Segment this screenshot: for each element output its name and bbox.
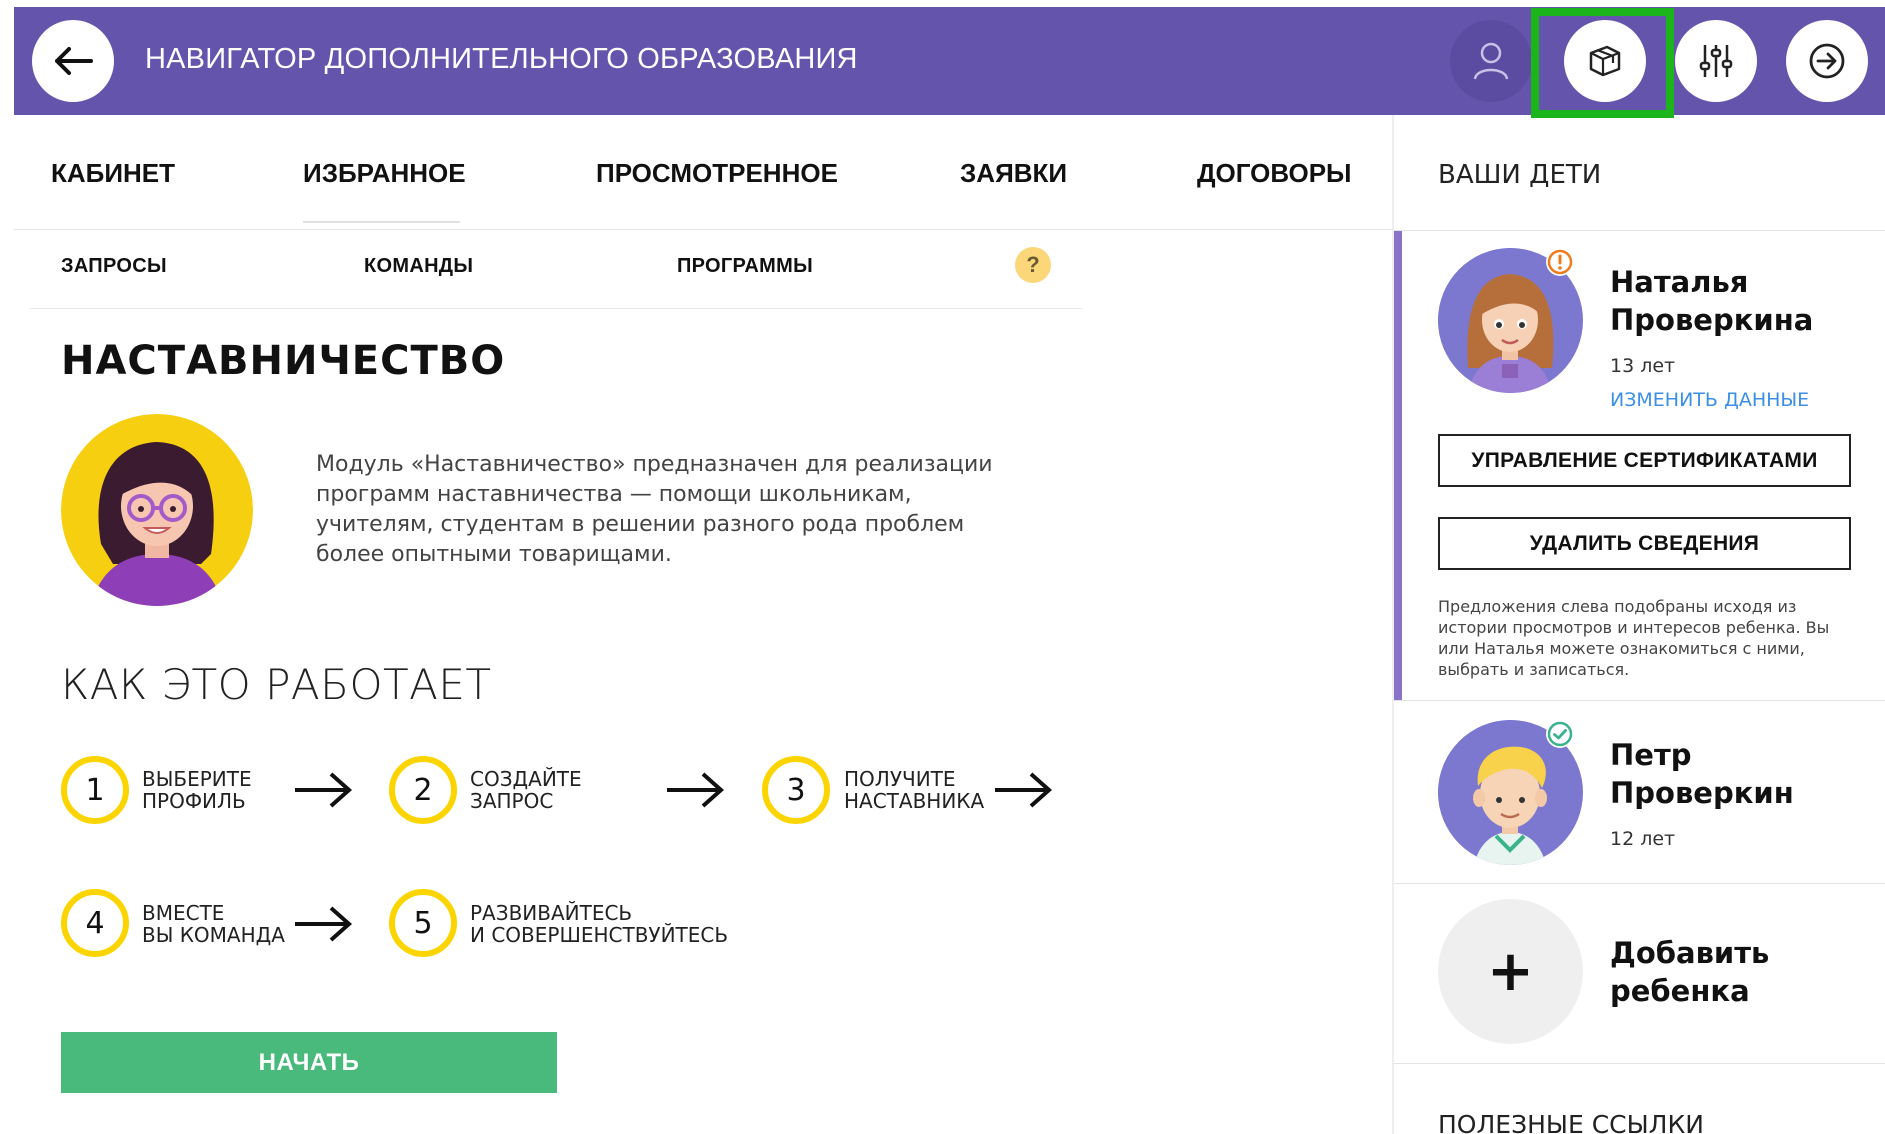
child-age: 13 лет xyxy=(1610,355,1676,377)
step-1-text: ВЫБЕРИТЕ ПРОФИЛЬ xyxy=(142,767,252,813)
useful-links-title: ПОЛЕЗНЫЕ ССЫЛКИ xyxy=(1438,1110,1704,1134)
step-5-text: РАЗВИВАЙТЕСЬ И СОВЕРШЕНСТВУЙТЕСЬ xyxy=(470,901,729,947)
subtab-programs[interactable]: ПРОГРАММЫ xyxy=(677,255,813,278)
main-tabs: КАБИНЕТ ИЗБРАННОЕ ПРОСМОТРЕННОЕ ЗАЯВКИ Д… xyxy=(14,115,1394,230)
manage-certificates-button[interactable]: УПРАВЛЕНИЕ СЕРТИФИКАТАМИ xyxy=(1438,434,1851,487)
help-icon[interactable]: ? xyxy=(1015,247,1051,283)
sidebar-separator xyxy=(1394,700,1885,701)
delete-data-button[interactable]: УДАЛИТЬ СВЕДЕНИЯ xyxy=(1438,517,1851,570)
ok-status-badge xyxy=(1546,720,1574,748)
plus-icon: + xyxy=(1487,939,1534,1004)
subtab-requests[interactable]: ЗАПРОСЫ xyxy=(61,255,167,278)
tab-contracts[interactable]: ДОГОВОРЫ xyxy=(1197,158,1352,189)
step-4-text: ВМЕСТЕ ВЫ КОМАНДА xyxy=(142,901,285,947)
child-name: Наталья Проверкина xyxy=(1610,265,1814,337)
module-description: Модуль «Наставничество» предназначен для… xyxy=(316,452,993,567)
active-tab-indicator xyxy=(303,221,460,223)
add-child-label[interactable]: Добавить ребенка xyxy=(1610,934,1769,1010)
start-button[interactable]: НАЧАТЬ xyxy=(61,1032,557,1093)
recommendation-note: Предложения слева подобраны исходя из ис… xyxy=(1438,597,1830,679)
arrow-left-icon xyxy=(55,47,93,75)
app-title: НАВИГАТОР ДОПОЛНИТЕЛЬНОГО ОБРАЗОВАНИЯ xyxy=(145,43,858,75)
child-name: Петр Проверкин xyxy=(1610,738,1794,810)
sub-tabs: ЗАПРОСЫ КОМАНДЫ ПРОГРАММЫ ? xyxy=(30,231,1082,309)
warning-icon xyxy=(1547,249,1573,275)
warning-status-badge xyxy=(1546,248,1574,276)
sidebar-separator xyxy=(1394,230,1885,231)
active-child-indicator xyxy=(1394,231,1402,700)
sidebar-separator xyxy=(1394,883,1885,884)
step-5-number: 5 xyxy=(389,889,457,957)
logout-icon xyxy=(1809,43,1845,79)
step-1-number: 1 xyxy=(61,756,129,824)
filters-button[interactable] xyxy=(1675,20,1757,102)
highlight-frame xyxy=(1531,8,1674,118)
sidebar-separator xyxy=(1394,1063,1885,1064)
back-button[interactable] xyxy=(32,20,114,102)
user-icon xyxy=(1473,42,1509,80)
tab-applications[interactable]: ЗАЯВКИ xyxy=(960,158,1067,189)
how-it-works-title: КАК ЭТО РАБОТАЕТ xyxy=(61,660,492,709)
check-circle-icon xyxy=(1547,721,1573,747)
child-age: 12 лет xyxy=(1610,828,1676,850)
step-3-number: 3 xyxy=(762,756,830,824)
arrow-right-icon xyxy=(995,772,1053,808)
tab-viewed[interactable]: ПРОСМОТРЕННОЕ xyxy=(596,158,838,189)
step-4-number: 4 xyxy=(61,889,129,957)
step-2-text: СОЗДАЙТЕ ЗАПРОС xyxy=(470,767,582,813)
add-child-button[interactable]: + xyxy=(1438,899,1583,1044)
subtab-teams[interactable]: КОМАНДЫ xyxy=(364,255,473,278)
profile-button[interactable] xyxy=(1450,20,1532,102)
page-title: НАСТАВНИЧЕСТВО xyxy=(61,338,506,384)
step-3-text: ПОЛУЧИТЕ НАСТАВНИКА xyxy=(844,767,985,813)
sliders-icon xyxy=(1699,45,1733,77)
mentor-avatar xyxy=(61,414,253,606)
sidebar-title: ВАШИ ДЕТИ xyxy=(1438,160,1602,190)
tab-favorites[interactable]: ИЗБРАННОЕ xyxy=(303,158,466,189)
logout-button[interactable] xyxy=(1786,20,1868,102)
step-2-number: 2 xyxy=(389,756,457,824)
mentor-illustration xyxy=(61,414,253,606)
arrow-right-icon xyxy=(295,772,353,808)
arrow-right-icon xyxy=(295,906,353,942)
arrow-right-icon xyxy=(667,772,725,808)
tab-cabinet[interactable]: КАБИНЕТ xyxy=(51,158,175,189)
edit-data-link[interactable]: ИЗМЕНИТЬ ДАННЫЕ xyxy=(1610,389,1809,411)
